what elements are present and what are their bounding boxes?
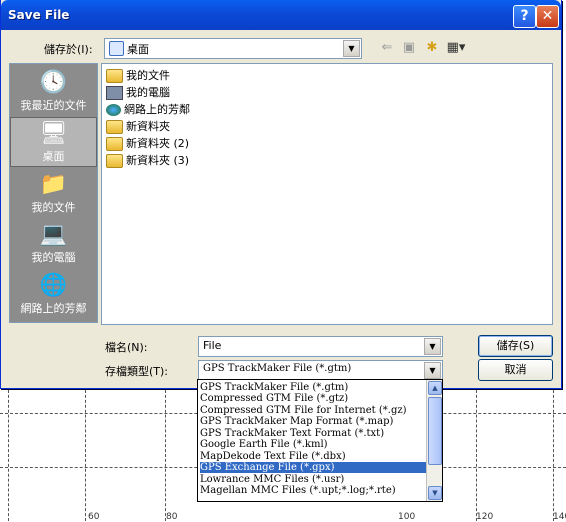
recent-documents-icon: 🕓 [39,70,68,95]
list-item[interactable]: 我的電腦 [106,84,170,100]
network-places-icon: 🌐 [39,273,68,298]
list-item[interactable]: 新資料夾 (3) [106,152,189,168]
up-folder-icon[interactable]: ▣ [399,38,419,58]
grid-line [165,390,166,521]
dropdown-option[interactable]: Compressed GTM File (*.gtz) [200,393,426,404]
back-icon[interactable]: ⇐ [377,38,397,58]
chevron-down-icon[interactable]: ▼ [343,40,360,57]
dropdown-option[interactable]: Compressed GTM File for Internet (*.gz) [200,405,426,416]
grid-line [8,390,9,521]
filename-field[interactable]: File ▼ [198,336,443,357]
list-item[interactable]: 我的文件 [106,67,170,83]
grid-line [476,390,477,521]
title-bar[interactable]: Save File ? ✕ [1,0,561,30]
network-places-icon [106,104,121,116]
dropdown-option-selected[interactable]: GPS Exchange File (*.gpx) [200,462,426,473]
new-folder-icon[interactable]: ✱ [422,38,442,58]
save-in-select[interactable]: 桌面 ▼ [104,38,362,59]
filetype-select[interactable]: GPS TrackMaker File (*.gtm) ▼ [198,360,443,381]
dropdown-option[interactable]: Google Earth File (*.kml) [200,439,426,450]
desktop-icon [109,41,124,56]
filetype-label: 存檔類型(T): [105,365,169,378]
filename-label: 檔名(N): [105,341,148,354]
chevron-down-icon[interactable]: ▼ [424,362,441,379]
places-bar: 🕓 我最近的文件 🖥 桌面 📁 我的文件 💻 我的電腦 🌐 網路上的芳鄰 [9,63,98,323]
filetype-dropdown[interactable]: GPS TrackMaker File (*.gtm) Compressed G… [197,379,443,502]
list-item[interactable]: 新資料夾 [106,118,170,134]
save-in-value: 桌面 [127,43,149,56]
dropdown-option[interactable]: GPS TrackMaker Text Format (*.txt) [200,428,426,439]
cancel-button[interactable]: 取消 [478,359,553,381]
save-button[interactable]: 儲存(S) [478,335,553,357]
filetype-value: GPS TrackMaker File (*.gtm) [203,363,352,374]
folder-icon [106,120,123,134]
scroll-up-icon[interactable]: ▲ [428,381,442,395]
grid-line [85,390,86,521]
dropdown-option[interactable]: Magellan MMC Files (*.upt;*.log;*.rte) [200,485,426,496]
desktop-icon: 🖥 [39,121,68,146]
place-label: 網路上的芳鄰 [20,302,87,315]
file-list[interactable]: 我的文件 我的電腦 網路上的芳鄰 新資料夾 新資料夾 (2) 新資料夾 (3) [101,63,553,325]
my-documents-icon [106,69,123,83]
place-recent-documents[interactable]: 🕓 我最近的文件 [10,67,97,117]
folder-icon [106,137,123,151]
view-menu-icon[interactable]: ▦▾ [446,38,466,58]
list-item[interactable]: 新資料夾 (2) [106,135,189,151]
my-computer-icon [106,86,123,100]
dropdown-option[interactable]: GPS TrackMaker File (*.gtm) [200,382,426,393]
place-label: 桌面 [42,150,65,163]
my-computer-icon: 💻 [39,222,68,247]
place-label: 我的文件 [31,201,76,214]
chevron-down-icon[interactable]: ▼ [424,338,441,355]
place-desktop[interactable]: 🖥 桌面 [10,117,97,167]
place-network[interactable]: 🌐 網路上的芳鄰 [10,270,97,320]
place-label: 我的電腦 [31,251,76,264]
place-label: 我最近的文件 [20,99,87,112]
help-button[interactable]: ? [513,5,536,28]
dropdown-option[interactable]: MapDekode Text File (*.dbx) [200,451,426,462]
save-in-label: 儲存於(I): [44,43,93,56]
place-my-computer[interactable]: 💻 我的電腦 [10,219,97,269]
save-file-dialog: Save File ? ✕ 儲存於(I): 桌面 ▼ ⇐ ▣ ✱ ▦▾ 🕓 我最… [0,0,562,389]
grid-line [553,390,554,521]
dropdown-scrollbar[interactable]: ▲ ▼ [426,380,442,501]
scroll-down-icon[interactable]: ▼ [428,486,442,500]
list-item[interactable]: 網路上的芳鄰 [106,101,190,117]
window-title: Save File [8,8,70,22]
dropdown-option[interactable]: Lowrance MMC Files (*.usr) [200,474,426,485]
dropdown-option[interactable]: GPS TrackMaker Map Format (*.map) [200,416,426,427]
close-button[interactable]: ✕ [536,5,559,28]
filename-value: File [203,339,222,352]
place-my-documents[interactable]: 📁 我的文件 [10,169,97,219]
my-documents-icon: 📁 [39,172,68,197]
scroll-thumb[interactable] [428,397,442,465]
folder-icon [106,154,123,168]
